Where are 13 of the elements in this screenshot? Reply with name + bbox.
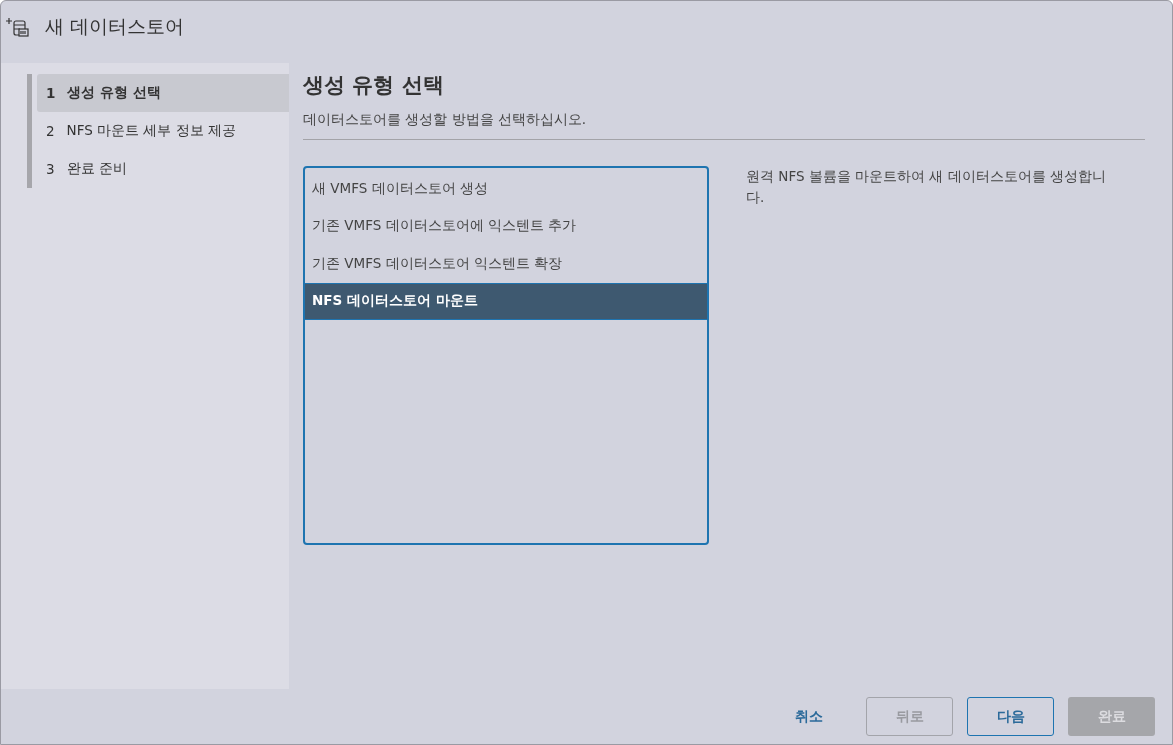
- wizard-step[interactable]: 2 NFS 마운트 세부 정보 제공: [37, 112, 289, 150]
- page-title: 생성 유형 선택: [303, 72, 445, 99]
- page-subtitle: 데이터스토어를 생성할 방법을 선택하십시오.: [303, 111, 588, 129]
- wizard-step[interactable]: 1 생성 유형 선택: [37, 74, 289, 112]
- option-item[interactable]: 기존 VMFS 데이터스토어에 익스텐트 추가: [305, 207, 707, 245]
- cancel-link[interactable]: 취소: [765, 697, 852, 736]
- option-item[interactable]: NFS 데이터스토어 마운트: [305, 282, 707, 320]
- option-item[interactable]: 새 VMFS 데이터스토어 생성: [305, 170, 707, 208]
- wizard-step[interactable]: 3 완료 준비: [37, 150, 289, 188]
- option-item[interactable]: 기존 VMFS 데이터스토어 익스텐트 확장: [305, 245, 707, 283]
- option-description: 원격 NFS 볼륨을 마운트하여 새 데이터스토어를 생성합니다.: [746, 167, 1107, 207]
- footer-button[interactable]: 다음: [967, 697, 1054, 736]
- window-title: 새 데이터스토어: [45, 14, 185, 39]
